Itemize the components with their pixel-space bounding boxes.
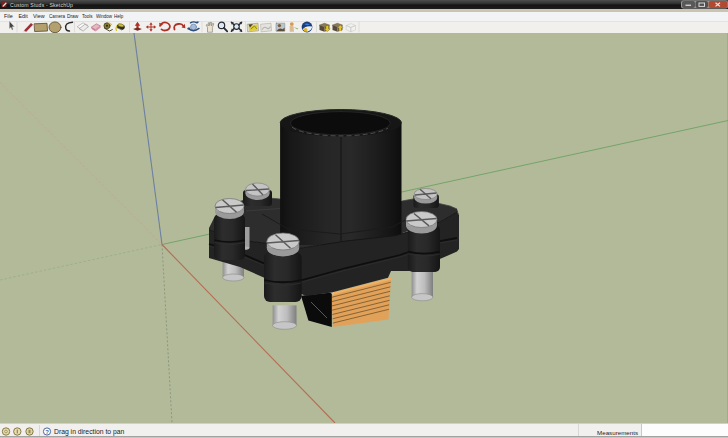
svg-text:?: ? [45, 429, 49, 435]
